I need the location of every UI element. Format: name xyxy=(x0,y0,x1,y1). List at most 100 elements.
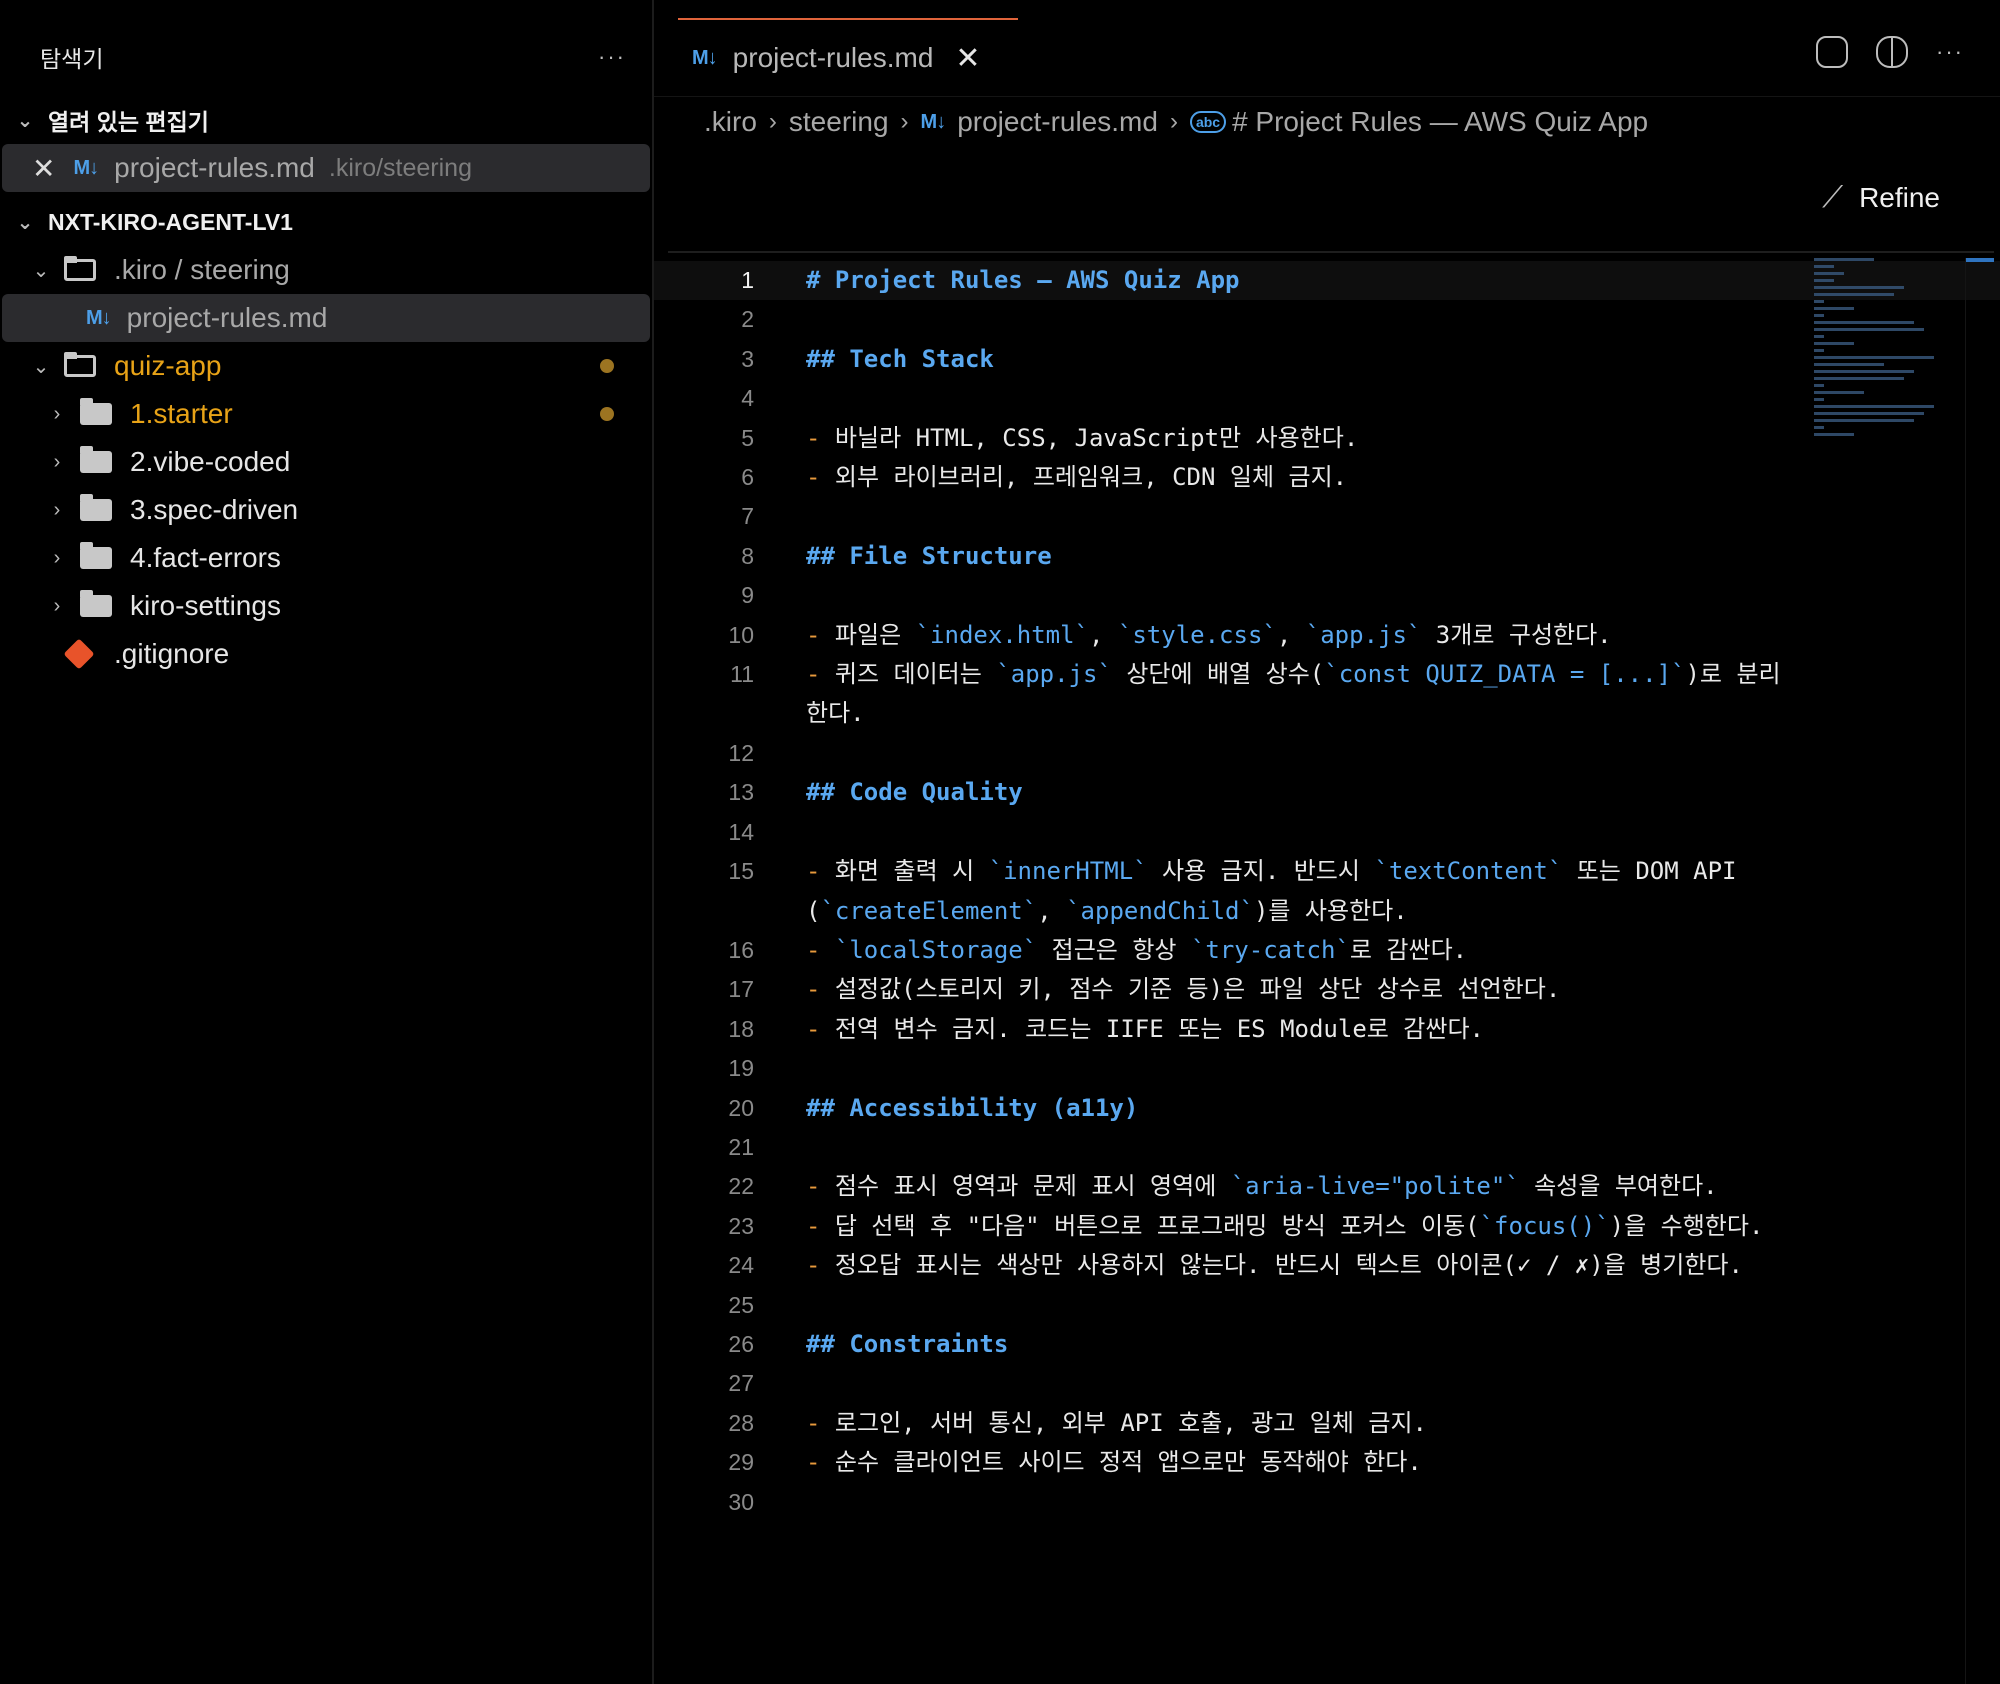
code-line[interactable]: 7 xyxy=(654,497,2000,536)
bullet-marker: - xyxy=(806,1448,835,1477)
split-editor-icon[interactable] xyxy=(1876,36,1909,68)
folder-open-icon xyxy=(64,256,96,281)
code-line[interactable]: 14 xyxy=(654,813,2000,852)
line-text: 퀴즈 데이터는 xyxy=(834,660,997,689)
line-number: 24 xyxy=(728,1252,754,1279)
code-line[interactable]: 6- 외부 라이브러리, 프레임워크, CDN 일체 금지. xyxy=(654,458,2000,497)
line-text: 속성을 부여한다. xyxy=(1519,1172,1718,1201)
chevron-right-icon: › xyxy=(53,546,61,569)
breadcrumb-item[interactable]: project-rules.md xyxy=(957,106,1158,138)
bullet-marker: - xyxy=(806,620,835,649)
code-line[interactable]: 19 xyxy=(654,1049,2000,1088)
code-line[interactable]: 28- 로그인, 서버 통신, 외부 API 호출, 광고 일체 금지. xyxy=(654,1404,2000,1443)
code-line[interactable]: 5- 바닐라 HTML, CSS, JavaScript만 사용한다. xyxy=(654,419,2000,458)
line-number: 1 xyxy=(741,267,754,293)
close-icon[interactable]: ✕ xyxy=(955,41,980,76)
line-text: , xyxy=(1276,620,1306,649)
code-line[interactable]: 1 # Project Rules — AWS Quiz App xyxy=(654,261,2000,301)
tree-item-3-spec-driven[interactable]: › 3.spec-driven xyxy=(0,486,652,534)
folder-icon xyxy=(80,446,112,473)
tree-item-4-fact-errors[interactable]: › 4.fact-errors xyxy=(0,534,652,582)
more-actions-icon[interactable]: ··· xyxy=(598,44,626,70)
code-line[interactable]: 22- 점수 표시 영역과 문제 표시 영역에 `aria-live="poli… xyxy=(654,1167,2000,1206)
code-line[interactable]: 8 ## File Structure xyxy=(654,537,2000,576)
code-line[interactable]: 12 xyxy=(654,734,2000,773)
line-content: - 답 선택 후 "다음" 버튼으로 프로그래밍 방식 포커스 이동(`focu… xyxy=(754,1207,1796,1246)
markdown-icon: M↓ xyxy=(86,306,112,329)
heading-text: ## Tech Stack xyxy=(806,344,994,373)
bullet-marker: - xyxy=(806,975,835,1004)
breadcrumb: .kiro › steering › M↓ project-rules.md ›… xyxy=(654,99,2000,145)
code-line[interactable]: 16- `localStorage` 접근은 항상 `try-catch`로 감… xyxy=(654,931,2000,970)
bullet-marker: - xyxy=(806,463,835,492)
line-number: 4 xyxy=(741,385,754,412)
line-content xyxy=(754,576,1796,615)
inline-code: `createElement` xyxy=(820,896,1038,925)
line-number: 22 xyxy=(728,1173,754,1200)
code-line[interactable]: 13 ## Code Quality xyxy=(654,773,2000,812)
breadcrumb-item[interactable]: steering xyxy=(789,106,889,138)
line-number: 16 xyxy=(728,936,754,963)
code-line[interactable]: 2 xyxy=(654,300,2000,339)
code-line[interactable]: 21 xyxy=(654,1128,2000,1167)
workspace-section[interactable]: ⌄ NXT-KIRO-AGENT-LV1 xyxy=(0,198,652,246)
code-line[interactable]: 4 xyxy=(654,379,2000,418)
tree-item-1-starter[interactable]: › 1.starter xyxy=(0,390,652,438)
tab-project-rules[interactable]: M↓ project-rules.md ✕ xyxy=(678,18,1018,96)
refine-button[interactable]: ⟋ Refine xyxy=(1822,181,1940,215)
code-line[interactable]: 26 ## Constraints xyxy=(654,1325,2000,1364)
open-editors-section[interactable]: ⌄ 열려 있는 편집기 xyxy=(0,96,652,144)
heading-text: ## Constraints xyxy=(806,1329,1009,1358)
tree-item-label: 1.starter xyxy=(130,398,233,429)
minimap-line xyxy=(1814,286,1904,289)
code-line[interactable]: 10- 파일은 `index.html`, `style.css`, `app.… xyxy=(654,616,2000,655)
code-line[interactable]: 18- 전역 변수 금지. 코드는 IIFE 또는 ES Module로 감싼다… xyxy=(654,1010,2000,1049)
inline-code: `try-catch` xyxy=(1190,935,1350,964)
open-editor-item[interactable]: ✕ M↓ project-rules.md .kiro/steering xyxy=(2,144,650,192)
code-line[interactable]: 9 xyxy=(654,576,2000,615)
explorer-header: 탐색기 ··· xyxy=(0,18,652,96)
chevron-down-icon: ⌄ xyxy=(16,109,34,132)
minimap-line xyxy=(1814,391,1864,394)
code-line[interactable]: 3 ## Tech Stack xyxy=(654,340,2000,379)
code-line[interactable]: 23- 답 선택 후 "다음" 버튼으로 프로그래밍 방식 포커스 이동(`fo… xyxy=(654,1207,2000,1246)
tree-item-gitignore[interactable]: .gitignore xyxy=(0,630,652,678)
line-text: 외부 라이브러리, 프레임워크, CDN 일체 금지. xyxy=(834,463,1348,492)
minimap-line xyxy=(1814,349,1824,352)
tree-item-kiro-steering[interactable]: ⌄ .kiro / steering xyxy=(0,246,652,294)
minimap-line xyxy=(1814,321,1914,324)
code-editor[interactable]: 1 # Project Rules — AWS Quiz App 2 3 ## Tech… xyxy=(654,261,2000,1522)
code-line[interactable]: 29- 순수 클라이언트 사이드 정적 앱으로만 동작해야 한다. xyxy=(654,1443,2000,1482)
bullet-marker: - xyxy=(806,857,835,886)
breadcrumb-item[interactable]: # Project Rules — AWS Quiz App xyxy=(1232,106,1648,138)
code-line[interactable]: 30 xyxy=(654,1483,2000,1522)
code-line[interactable]: 17- 설정값(스토리지 키, 점수 기준 등)은 파일 상단 상수로 선언한다… xyxy=(654,970,2000,1009)
close-icon[interactable]: ✕ xyxy=(32,152,55,185)
minimap[interactable] xyxy=(1814,258,1944,436)
line-text: , xyxy=(1089,620,1118,649)
line-content xyxy=(754,1128,1796,1167)
markdown-icon: M↓ xyxy=(73,156,99,179)
bullet-marker: - xyxy=(806,1408,835,1437)
tree-item-label: quiz-app xyxy=(114,350,222,381)
line-text: 정오답 표시는 색상만 사용하지 않는다. 반드시 텍스트 아이콘(✓ / ✗)… xyxy=(834,1251,1743,1280)
minimap-line xyxy=(1814,307,1854,310)
more-actions-icon[interactable]: ··· xyxy=(1936,39,1964,65)
line-content: - `localStorage` 접근은 항상 `try-catch`로 감싼다… xyxy=(754,931,1796,970)
code-line[interactable]: 25 xyxy=(654,1286,2000,1325)
breadcrumb-item[interactable]: .kiro xyxy=(704,106,757,138)
code-line[interactable]: 20 ## Accessibility (a11y) xyxy=(654,1089,2000,1128)
code-line[interactable]: 15- 화면 출력 시 `innerHTML` 사용 금지. 반드시 `text… xyxy=(654,852,2000,931)
chevron-down-icon: ⌄ xyxy=(32,259,50,282)
scrollbar-indicator[interactable] xyxy=(1966,258,1994,262)
line-content: ## Accessibility (a11y) xyxy=(754,1089,1796,1128)
code-line[interactable]: 27 xyxy=(654,1364,2000,1403)
tree-item-quiz-app[interactable]: ⌄ quiz-app xyxy=(0,342,652,390)
code-line[interactable]: 24- 정오답 표시는 색상만 사용하지 않는다. 반드시 텍스트 아이콘(✓ … xyxy=(654,1246,2000,1285)
code-line[interactable]: 11- 퀴즈 데이터는 `app.js` 상단에 배열 상수(`const QU… xyxy=(654,655,2000,734)
tree-item-2-vibe-coded[interactable]: › 2.vibe-coded xyxy=(0,438,652,486)
preview-icon[interactable] xyxy=(1816,36,1849,68)
line-content xyxy=(754,1049,1796,1088)
tree-item-project-rules[interactable]: M↓ project-rules.md xyxy=(2,294,650,342)
tree-item-kiro-settings[interactable]: › kiro-settings xyxy=(0,582,652,630)
